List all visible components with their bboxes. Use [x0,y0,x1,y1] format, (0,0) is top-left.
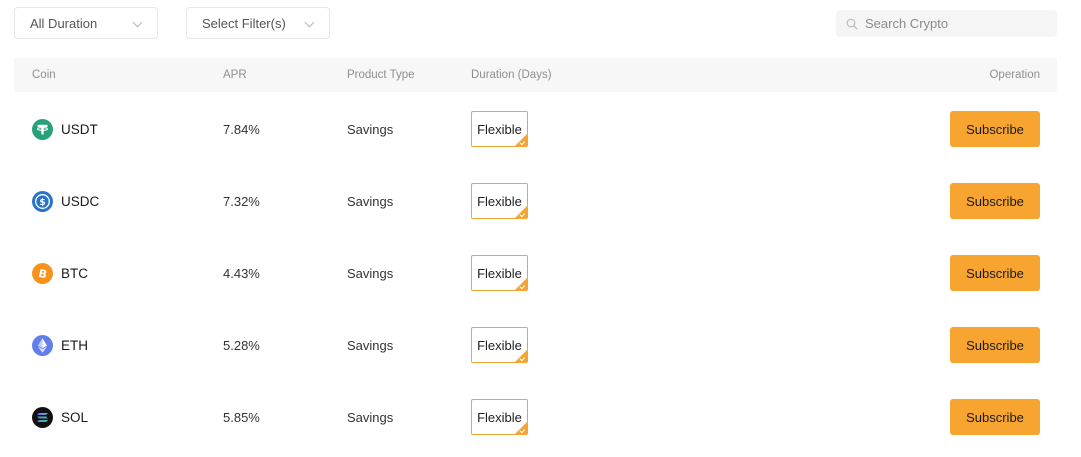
duration-select[interactable]: All Duration [14,7,158,39]
btc-icon: B [32,263,53,284]
header-operation: Operation [989,69,1040,81]
table-row: SOL 5.85% Savings Flexible Subscribe [14,381,1057,453]
header-product-type: Product Type [347,69,415,81]
subscribe-button[interactable]: Subscribe [950,111,1040,147]
header-duration: Duration (Days) [471,69,552,81]
apr-value: 5.85% [223,410,260,425]
chevron-down-icon [304,17,315,28]
search-input[interactable] [865,16,1045,31]
duration-badge: Flexible [471,327,528,363]
product-type: Savings [347,122,394,137]
subscribe-button[interactable]: Subscribe [950,183,1040,219]
filter-select-label: Select Filter(s) [202,15,286,31]
coin-name: SOL [61,410,89,425]
coin-name: BTC [61,266,88,281]
duration-badge: Flexible [471,111,528,147]
filter-select[interactable]: Select Filter(s) [186,7,330,39]
subscribe-button[interactable]: Subscribe [950,399,1040,435]
subscribe-button[interactable]: Subscribe [950,255,1040,291]
usdt-icon [32,119,53,140]
header-apr: APR [223,69,247,81]
table-row: ETH 5.28% Savings Flexible Subscribe [14,309,1057,381]
filter-toolbar: All Duration Select Filter(s) [0,0,1081,50]
header-coin: Coin [32,69,56,81]
apr-value: 7.84% [223,122,260,137]
duration-badge: Flexible [471,399,528,435]
chevron-down-icon [132,17,143,28]
search-icon [846,18,858,30]
product-type: Savings [347,410,394,425]
subscribe-button[interactable]: Subscribe [950,327,1040,363]
apr-value: 5.28% [223,338,260,353]
usdc-icon: $ [32,191,53,212]
sol-icon [32,407,53,428]
search-box [836,10,1057,37]
product-type: Savings [347,194,394,209]
product-type: Savings [347,338,394,353]
coin-name: ETH [61,338,88,353]
table-row: USDT 7.84% Savings Flexible Subscribe [14,93,1057,165]
svg-text:$: $ [39,198,45,208]
duration-badge: Flexible [471,255,528,291]
apr-value: 7.32% [223,194,260,209]
table-row: $ USDC 7.32% Savings Flexible Subscribe [14,165,1057,237]
duration-badge: Flexible [471,183,528,219]
coin-name: USDC [61,194,100,209]
eth-icon [32,335,53,356]
coin-name: USDT [61,122,98,137]
duration-select-label: All Duration [30,15,98,31]
table-row: B BTC 4.43% Savings Flexible Subscribe [14,237,1057,309]
apr-value: 4.43% [223,266,260,281]
table-header: Coin APR Product Type Duration (Days) Op… [14,58,1057,92]
product-type: Savings [347,266,394,281]
